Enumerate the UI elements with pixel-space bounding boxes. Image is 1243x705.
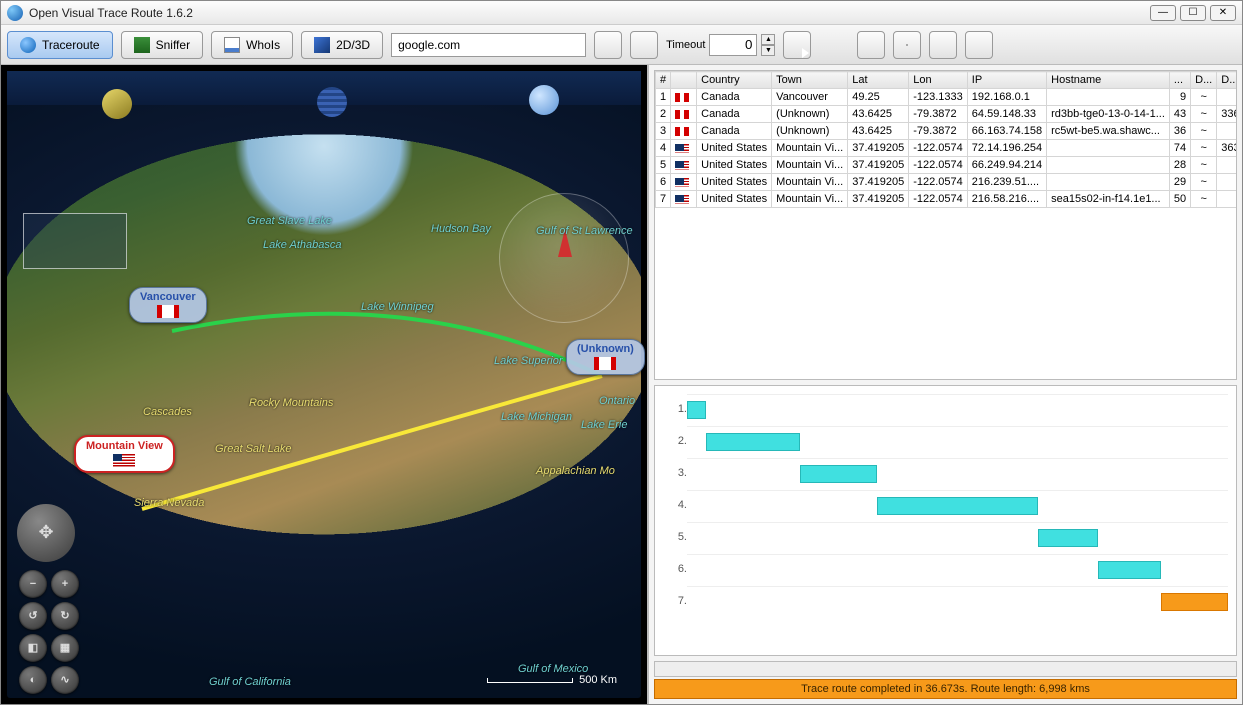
gantt-row: 6.: [663, 554, 1228, 584]
gantt-row: 1.: [663, 394, 1228, 424]
globe-icon: [20, 37, 36, 53]
map-panel[interactable]: Vancouver (Unknown) Mountain View Hudson…: [1, 65, 649, 704]
app-window: Open Visual Trace Route 1.6.2 — ☐ ✕ Trac…: [0, 0, 1243, 705]
chip-icon: [134, 37, 150, 53]
rotate-ccw-button[interactable]: ↺: [19, 602, 47, 630]
flag-ca-icon: [675, 127, 689, 136]
timeout-input[interactable]: [709, 34, 757, 56]
gantt-scrollbar[interactable]: [654, 661, 1237, 677]
gantt-row: 3.: [663, 458, 1228, 488]
status-bar: Trace route completed in 36.673s. Route …: [654, 679, 1237, 699]
extra-nav-1[interactable]: ◐: [19, 666, 47, 694]
host-input[interactable]: [391, 33, 586, 57]
misc-icon-2: [906, 44, 908, 46]
col-lon[interactable]: Lon: [909, 72, 968, 89]
maximize-button[interactable]: ☐: [1180, 5, 1206, 21]
marker-mountain-view[interactable]: Mountain View: [74, 435, 175, 473]
document-icon: [224, 37, 240, 53]
col-d2[interactable]: D...: [1217, 72, 1237, 89]
rotate-cw-button[interactable]: ↻: [51, 602, 79, 630]
col-d1[interactable]: D...: [1191, 72, 1217, 89]
tool-button-1[interactable]: [857, 31, 885, 59]
zoom-out-button[interactable]: −: [19, 570, 47, 598]
col-flag[interactable]: [671, 72, 697, 89]
scale-bar: 500 Km: [487, 674, 617, 686]
minimize-button[interactable]: —: [1150, 5, 1176, 21]
table-row[interactable]: 6United StatesMountain Vi...37.419205-12…: [656, 174, 1238, 191]
tool-button-2[interactable]: [893, 31, 921, 59]
flag-ca-icon: [675, 110, 689, 119]
gantt-row: 5.: [663, 522, 1228, 552]
traceroute-button[interactable]: Traceroute: [7, 31, 113, 59]
col-n[interactable]: #: [656, 72, 671, 89]
flag-us-icon: [675, 144, 689, 153]
marker-vancouver[interactable]: Vancouver: [129, 287, 207, 323]
sniffer-button[interactable]: Sniffer: [121, 31, 203, 59]
timeout-spinner: Timeout ▲▼: [666, 34, 775, 56]
col-lat[interactable]: Lat: [848, 72, 909, 89]
gantt-chart[interactable]: 1.2.3.4.5.6.7.: [654, 385, 1237, 656]
toolbar: Traceroute Sniffer WhoIs 2D/3D Timeout ▲…: [1, 25, 1242, 65]
hop-table[interactable]: #CountryTownLatLonIPHostname...D...D... …: [654, 70, 1237, 380]
compass[interactable]: [499, 193, 629, 323]
gantt-bar[interactable]: [1038, 529, 1099, 547]
mode-button[interactable]: 2D/3D: [301, 31, 383, 59]
pan-wheel[interactable]: ✥: [17, 504, 75, 562]
gantt-row: 7.: [663, 586, 1228, 616]
gantt-row: 4.: [663, 490, 1228, 520]
flag-us-icon: [113, 454, 135, 467]
table-row[interactable]: 3Canada(Unknown)43.6425-79.387266.163.74…: [656, 123, 1238, 140]
whois-button[interactable]: WhoIs: [211, 31, 293, 59]
grid-icon[interactable]: [317, 87, 347, 117]
window-title: Open Visual Trace Route 1.6.2: [29, 6, 1150, 20]
play-button[interactable]: [783, 31, 811, 59]
planet-button[interactable]: [594, 31, 622, 59]
right-panel: #CountryTownLatLonIPHostname...D...D... …: [649, 65, 1242, 704]
map-canvas: [7, 71, 641, 698]
gantt-bar[interactable]: [800, 465, 878, 483]
table-row[interactable]: 5United StatesMountain Vi...37.419205-12…: [656, 157, 1238, 174]
flag-ca-icon: [157, 305, 179, 318]
table-row[interactable]: 2Canada(Unknown)43.6425-79.387264.59.148…: [656, 106, 1238, 123]
col-town[interactable]: Town: [772, 72, 848, 89]
tilt-button[interactable]: ◧: [19, 634, 47, 662]
gantt-bar[interactable]: [1161, 593, 1228, 611]
timeout-up[interactable]: ▲: [761, 34, 775, 45]
zoom-in-button[interactable]: +: [51, 570, 79, 598]
table-row[interactable]: 1CanadaVancouver49.25-123.1333192.168.0.…: [656, 89, 1238, 106]
netglobe-button[interactable]: [630, 31, 658, 59]
cube-icon: [314, 37, 330, 53]
flag-ca-icon: [675, 93, 689, 102]
col-c1[interactable]: ...: [1169, 72, 1190, 89]
close-button[interactable]: ✕: [1210, 5, 1236, 21]
gantt-bar[interactable]: [1098, 561, 1161, 579]
flag-us-icon: [675, 178, 689, 187]
flag-us-icon: [675, 161, 689, 170]
gantt-bar[interactable]: [706, 433, 799, 451]
tool-button-3[interactable]: [929, 31, 957, 59]
table-row[interactable]: 4United StatesMountain Vi...37.419205-12…: [656, 140, 1238, 157]
gantt-bar[interactable]: [877, 497, 1037, 515]
titlebar: Open Visual Trace Route 1.6.2 — ☐ ✕: [1, 1, 1242, 25]
globe-wire-icon[interactable]: [529, 85, 559, 115]
gantt-bar[interactable]: [687, 401, 706, 419]
table-row[interactable]: 7United StatesMountain Vi...37.419205-12…: [656, 191, 1238, 208]
timeout-down[interactable]: ▼: [761, 45, 775, 56]
nav-cluster: ✥ −+ ↺↻ ◧▦ ◐∿: [17, 504, 81, 697]
flag-us-icon: [675, 195, 689, 204]
minimap[interactable]: [23, 213, 127, 269]
col-country[interactable]: Country: [697, 72, 772, 89]
reset-button[interactable]: ▦: [51, 634, 79, 662]
col-host[interactable]: Hostname: [1047, 72, 1170, 89]
flag-ca-icon: [594, 357, 616, 370]
extra-nav-2[interactable]: ∿: [51, 666, 79, 694]
tool-button-4[interactable]: [965, 31, 993, 59]
timeout-label: Timeout: [666, 39, 705, 51]
marker-unknown[interactable]: (Unknown): [566, 339, 645, 375]
app-icon: [7, 5, 23, 21]
col-ip[interactable]: IP: [967, 72, 1046, 89]
gantt-row: 2.: [663, 426, 1228, 456]
